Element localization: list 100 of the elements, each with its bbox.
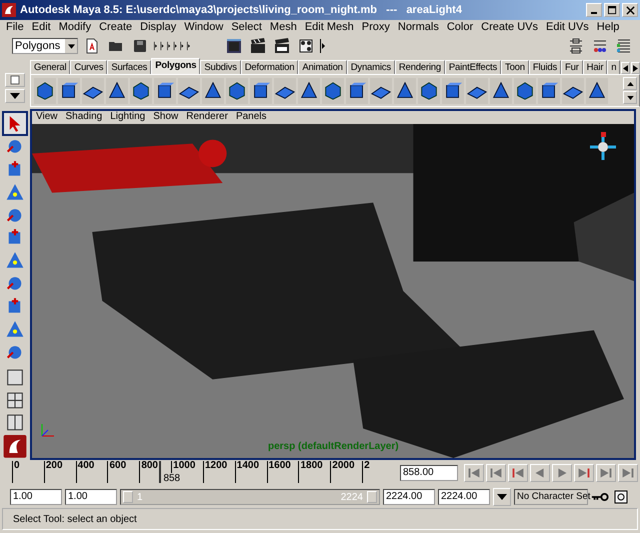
start-time-field[interactable]: 1.00 bbox=[10, 489, 62, 505]
panel-menu-item[interactable]: Panels bbox=[232, 111, 271, 124]
panel-menu-item[interactable]: Renderer bbox=[182, 111, 232, 124]
polygon-tool-icon[interactable] bbox=[226, 78, 248, 104]
step-back-icon[interactable] bbox=[508, 464, 528, 482]
menu-item[interactable]: Select bbox=[227, 21, 266, 34]
polygon-tool-icon[interactable] bbox=[250, 78, 272, 104]
shelf-tab[interactable]: Deformation bbox=[240, 60, 298, 74]
polygon-tool-icon[interactable] bbox=[466, 78, 488, 104]
polygon-tool-icon[interactable] bbox=[394, 78, 416, 104]
shelf-tab[interactable]: Fluids bbox=[528, 60, 562, 74]
shelf-tab[interactable]: General bbox=[30, 60, 70, 74]
current-time-field[interactable]: 858.00 bbox=[400, 465, 458, 481]
shelf-tab[interactable]: n bbox=[607, 60, 620, 74]
shelf-tab[interactable]: Toon bbox=[501, 60, 529, 74]
close-button[interactable] bbox=[622, 3, 638, 17]
play-backward-icon[interactable] bbox=[530, 464, 550, 482]
polygon-tool-icon[interactable] bbox=[106, 78, 128, 104]
playback-start-field[interactable]: 1.00 bbox=[65, 489, 117, 505]
polygon-tool-icon[interactable] bbox=[82, 78, 104, 104]
character-set-field[interactable]: No Character Set bbox=[514, 489, 588, 505]
step-forward-icon[interactable] bbox=[574, 464, 594, 482]
current-time-marker[interactable] bbox=[159, 461, 162, 483]
scroll-right-button[interactable] bbox=[631, 62, 640, 74]
shelf-scroll-up-button[interactable] bbox=[623, 77, 637, 90]
polygon-tool-icon[interactable] bbox=[538, 78, 560, 104]
panel-menu-item[interactable]: Lighting bbox=[106, 111, 150, 124]
maximize-button[interactable] bbox=[604, 3, 620, 17]
shelf-tab[interactable]: PaintEffects bbox=[444, 60, 502, 74]
shelf-tab[interactable]: Hair bbox=[582, 60, 608, 74]
menu-item[interactable]: Mesh bbox=[266, 21, 301, 34]
tool-settings-icon[interactable] bbox=[592, 38, 608, 54]
step-back-icon[interactable] bbox=[464, 464, 484, 482]
polygon-tool-icon[interactable] bbox=[562, 78, 584, 104]
menu-set-dropdown[interactable]: Polygons bbox=[12, 38, 78, 54]
menu-item[interactable]: Edit bbox=[28, 21, 55, 34]
shelf-tab[interactable]: Animation bbox=[298, 60, 347, 74]
time-slider[interactable]: 0 200 400 600 800 1000 1200 1400 1600 1800 2000 2 858 bbox=[12, 461, 394, 485]
panel-menu-item[interactable]: View bbox=[32, 111, 62, 124]
menu-item[interactable]: Normals bbox=[394, 21, 443, 34]
polygon-tool-icon[interactable] bbox=[58, 78, 80, 104]
layout-icon[interactable] bbox=[4, 412, 26, 434]
panel-menu-item[interactable]: Shading bbox=[62, 111, 106, 124]
scroll-left-button[interactable] bbox=[621, 62, 630, 74]
channel-box-icon[interactable] bbox=[616, 38, 632, 54]
play-forward-icon[interactable] bbox=[552, 464, 572, 482]
shelf-tab[interactable]: Dynamics bbox=[346, 60, 395, 74]
playback-end-field[interactable]: 2224.00 bbox=[383, 489, 435, 505]
end-time-field[interactable]: 2224.00 bbox=[438, 489, 490, 505]
menu-item[interactable]: Modify bbox=[54, 21, 96, 34]
polygon-tool-icon[interactable] bbox=[130, 78, 152, 104]
shelf-tab[interactable]: Rendering bbox=[394, 60, 445, 74]
ipr-clapperboard-icon[interactable] bbox=[274, 38, 290, 54]
render-settings-icon[interactable] bbox=[298, 38, 314, 54]
minimize-button[interactable] bbox=[586, 3, 602, 17]
menu-item[interactable]: Help bbox=[592, 21, 624, 34]
shelf-tab[interactable]: Curves bbox=[70, 60, 108, 74]
key-icon[interactable] bbox=[591, 490, 609, 504]
shelf-tab[interactable]: Surfaces bbox=[107, 60, 152, 74]
single-pane-layout-icon[interactable] bbox=[4, 366, 26, 388]
step-forward-icon[interactable] bbox=[618, 464, 638, 482]
polygon-tool-icon[interactable] bbox=[274, 78, 296, 104]
range-end-handle[interactable] bbox=[367, 491, 377, 503]
menu-item[interactable]: Create UVs bbox=[477, 21, 542, 34]
four-pane-layout-icon[interactable] bbox=[4, 390, 26, 410]
panel-menu-item[interactable]: Show bbox=[149, 111, 182, 124]
menu-item[interactable]: Edit UVs bbox=[542, 21, 593, 34]
polygon-tool-icon[interactable] bbox=[178, 78, 200, 104]
polygon-tool-icon[interactable] bbox=[418, 78, 440, 104]
shelf-menu-button[interactable] bbox=[5, 73, 25, 87]
menu-item[interactable]: Edit Mesh bbox=[300, 21, 358, 34]
polygon-tool-icon[interactable] bbox=[202, 78, 224, 104]
polygon-tool-icon[interactable] bbox=[370, 78, 392, 104]
view-compass-icon[interactable] bbox=[588, 132, 618, 162]
polygon-tool-icon[interactable] bbox=[490, 78, 512, 104]
collapse-arrow-icon[interactable] bbox=[320, 38, 328, 54]
polygon-tool-icon[interactable] bbox=[298, 78, 320, 104]
shelf-options-button[interactable] bbox=[5, 89, 25, 103]
attribute-editor-icon[interactable] bbox=[568, 38, 584, 54]
shelf-tab[interactable]: Polygons bbox=[151, 58, 200, 74]
clapperboard-icon[interactable] bbox=[250, 38, 266, 54]
render-view-icon[interactable] bbox=[226, 38, 242, 54]
menu-item[interactable]: Window bbox=[180, 21, 228, 34]
menu-item[interactable]: Proxy bbox=[358, 21, 394, 34]
shelf-tab[interactable]: Subdivs bbox=[200, 60, 241, 74]
menu-item[interactable]: Display bbox=[136, 21, 180, 34]
polygon-tool-icon[interactable] bbox=[514, 78, 536, 104]
menu-item[interactable]: File bbox=[2, 21, 28, 34]
dropdown-button[interactable] bbox=[493, 488, 511, 506]
polygon-tool-icon[interactable] bbox=[34, 78, 56, 104]
menu-item[interactable]: Create bbox=[95, 21, 136, 34]
step-forward-icon[interactable] bbox=[596, 464, 616, 482]
step-back-icon[interactable] bbox=[486, 464, 506, 482]
polygon-tool-icon[interactable] bbox=[586, 78, 608, 104]
range-start-handle[interactable] bbox=[123, 491, 133, 503]
shelf-scroll-down-button[interactable] bbox=[623, 91, 637, 104]
new-scene-icon[interactable] bbox=[84, 38, 100, 54]
animation-preferences-icon[interactable] bbox=[612, 490, 630, 504]
polygon-tool-icon[interactable] bbox=[322, 78, 344, 104]
shelf-tab[interactable]: Fur bbox=[561, 60, 583, 74]
